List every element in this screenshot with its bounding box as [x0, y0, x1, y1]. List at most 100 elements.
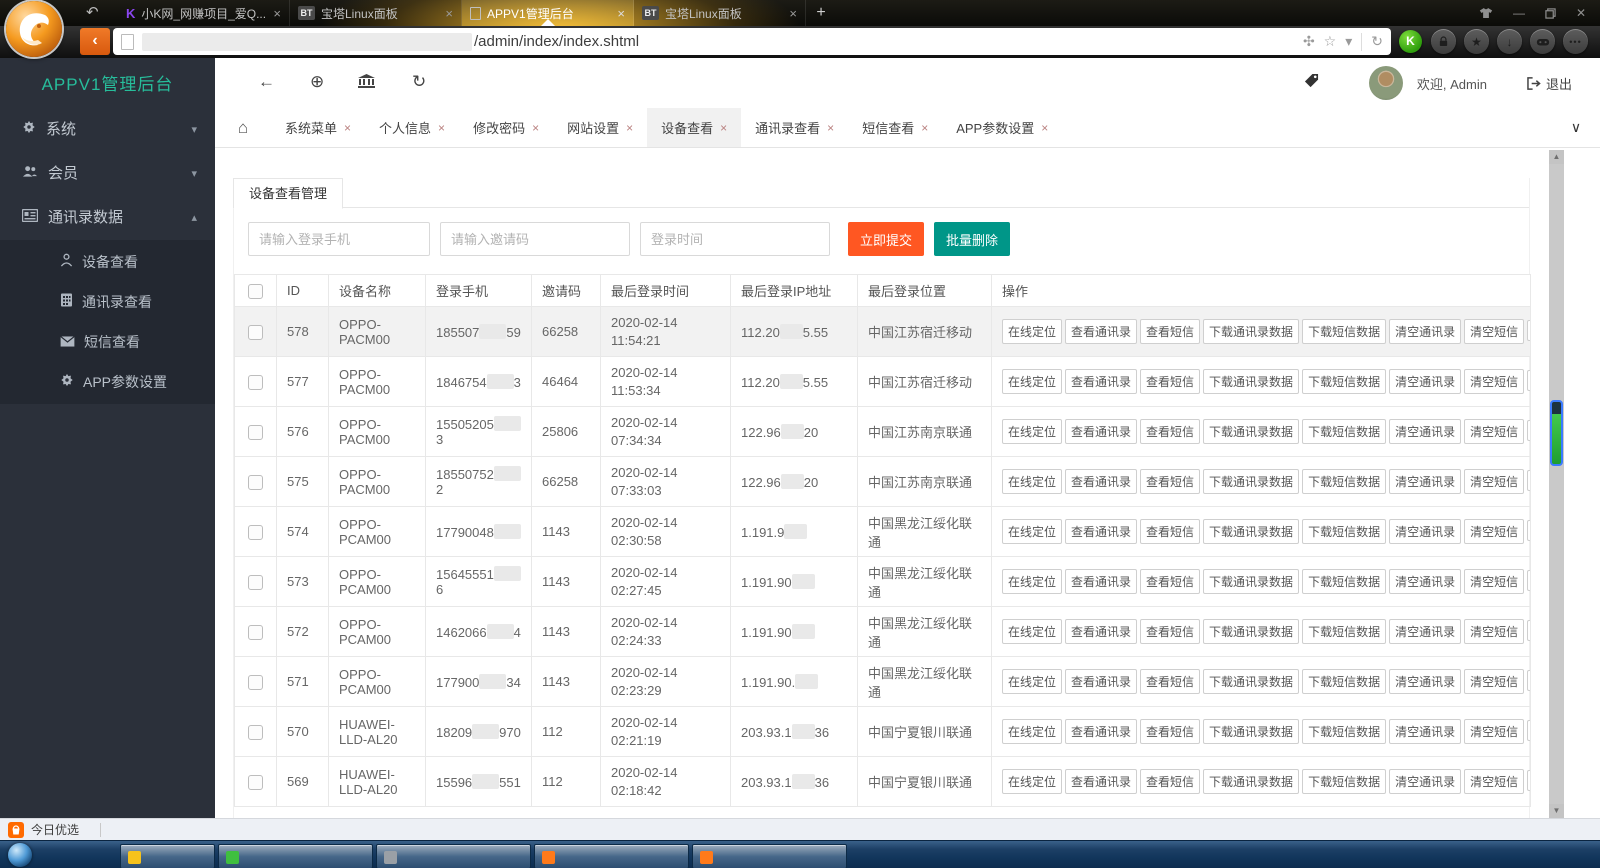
action-button[interactable]: 查看通讯录	[1065, 369, 1137, 394]
page-tab-close-icon[interactable]: ×	[438, 121, 445, 135]
row-checkbox[interactable]	[248, 675, 263, 690]
action-button[interactable]: 在线定位	[1002, 419, 1062, 444]
action-button[interactable]: 下载短信数据	[1302, 769, 1386, 794]
action-button[interactable]: 下载短信数据	[1302, 419, 1386, 444]
action-button[interactable]: 查看通讯录	[1065, 619, 1137, 644]
action-button[interactable]: 查看通讯录	[1065, 769, 1137, 794]
action-button[interactable]: 下载通讯录数据	[1203, 319, 1299, 344]
nav-back-button[interactable]: ‹	[80, 28, 110, 55]
taskbar-button[interactable]	[534, 844, 689, 868]
browser-tab[interactable]: APPV1管理后台×	[462, 0, 634, 26]
browser-history-back-icon[interactable]: ↶	[86, 3, 99, 21]
login-time-input[interactable]	[640, 222, 830, 256]
scrollbar-thumb[interactable]	[1550, 400, 1563, 466]
action-button[interactable]: 查看短信	[1140, 569, 1200, 594]
invite-filter-input[interactable]	[440, 222, 630, 256]
page-tab-close-icon[interactable]: ×	[626, 121, 633, 135]
taskbar-button[interactable]	[120, 844, 215, 868]
row-checkbox[interactable]	[248, 325, 263, 340]
sidebar-subitem[interactable]: APP参数设置	[0, 362, 215, 402]
action-button[interactable]: 下载短信数据	[1302, 719, 1386, 744]
action-button[interactable]: 在线定位	[1002, 769, 1062, 794]
action-button[interactable]: 查看短信	[1140, 319, 1200, 344]
action-button[interactable]: 查看短信	[1140, 719, 1200, 744]
daily-picks-label[interactable]: 今日优选	[31, 821, 79, 838]
action-button[interactable]: 清空短信	[1464, 469, 1524, 494]
avatar[interactable]	[1369, 66, 1403, 100]
action-button[interactable]: 查看通讯录	[1065, 669, 1137, 694]
page-tab-close-icon[interactable]: ×	[532, 121, 539, 135]
delete-row-button[interactable]	[1527, 670, 1530, 691]
action-button[interactable]: 下载短信数据	[1302, 319, 1386, 344]
action-button[interactable]: 查看通讯录	[1065, 469, 1137, 494]
delete-row-button[interactable]	[1527, 370, 1530, 391]
sidebar-item[interactable]: 系统▾	[0, 108, 215, 152]
action-button[interactable]: 在线定位	[1002, 669, 1062, 694]
sidebar-subitem[interactable]: 设备查看	[0, 242, 215, 282]
daily-picks-icon[interactable]	[8, 822, 24, 838]
action-button[interactable]: 清空短信	[1464, 369, 1524, 394]
taskbar-button[interactable]	[376, 844, 531, 868]
action-button[interactable]: 在线定位	[1002, 719, 1062, 744]
close-icon[interactable]: ✕	[1576, 6, 1586, 20]
action-button[interactable]: 下载通讯录数据	[1203, 469, 1299, 494]
submit-button[interactable]: 立即提交	[848, 222, 924, 256]
action-button[interactable]: 下载通讯录数据	[1203, 419, 1299, 444]
page-tab-close-icon[interactable]: ×	[921, 121, 928, 135]
row-checkbox[interactable]	[248, 475, 263, 490]
tab-close-icon[interactable]: ×	[273, 6, 281, 21]
delete-row-button[interactable]	[1527, 320, 1530, 341]
action-button[interactable]: 查看短信	[1140, 369, 1200, 394]
action-button[interactable]: 查看通讯录	[1065, 319, 1137, 344]
action-button[interactable]: 清空通讯录	[1389, 469, 1461, 494]
delete-row-button[interactable]	[1527, 570, 1530, 591]
url-field[interactable]: /admin/index/index.shtml ✣ ☆ ▾ ↻	[113, 28, 1391, 55]
action-button[interactable]: 在线定位	[1002, 369, 1062, 394]
card-title-tab[interactable]: 设备查看管理	[233, 178, 343, 209]
start-button[interactable]	[8, 843, 32, 867]
page-tab-close-icon[interactable]: ×	[1041, 121, 1048, 135]
page-tab[interactable]: 系统菜单×	[271, 108, 365, 147]
bank-icon[interactable]	[358, 74, 375, 94]
back-icon[interactable]: ←	[258, 72, 275, 92]
bookmark-caret-icon[interactable]: ▾	[1345, 33, 1352, 50]
tab-close-icon[interactable]: ×	[617, 6, 625, 21]
row-checkbox[interactable]	[248, 625, 263, 640]
action-button[interactable]: 下载通讯录数据	[1203, 769, 1299, 794]
minimize-icon[interactable]: —	[1513, 6, 1525, 20]
fan-icon[interactable]: ✣	[1303, 33, 1315, 50]
page-tab-close-icon[interactable]: ×	[344, 121, 351, 135]
page-tab[interactable]: APP参数设置×	[942, 108, 1062, 147]
action-button[interactable]: 在线定位	[1002, 619, 1062, 644]
action-button[interactable]: 清空短信	[1464, 569, 1524, 594]
delete-row-button[interactable]	[1527, 620, 1530, 641]
page-tab-close-icon[interactable]: ×	[827, 121, 834, 135]
row-checkbox[interactable]	[248, 375, 263, 390]
action-button[interactable]: 下载短信数据	[1302, 619, 1386, 644]
sidebar-item[interactable]: 会员▾	[0, 152, 215, 196]
action-button[interactable]: 查看短信	[1140, 769, 1200, 794]
new-tab-button[interactable]: +	[806, 0, 836, 26]
action-button[interactable]: 查看短信	[1140, 469, 1200, 494]
sidebar-subitem[interactable]: 通讯录查看	[0, 282, 215, 322]
scroll-down-icon[interactable]: ▼	[1549, 804, 1564, 818]
action-button[interactable]: 下载短信数据	[1302, 369, 1386, 394]
action-button[interactable]: 下载通讯录数据	[1203, 669, 1299, 694]
action-button[interactable]: 查看通讯录	[1065, 719, 1137, 744]
phone-filter-input[interactable]	[248, 222, 430, 256]
row-checkbox[interactable]	[248, 575, 263, 590]
more-icon[interactable]: •••	[1563, 29, 1588, 54]
page-tab-close-icon[interactable]: ×	[720, 121, 727, 135]
lock-icon[interactable]	[1431, 29, 1456, 54]
page-tab[interactable]: 通讯录查看×	[741, 108, 848, 147]
delete-row-button[interactable]	[1527, 720, 1530, 741]
sidebar-subitem[interactable]: 短信查看	[0, 322, 215, 362]
select-all-checkbox[interactable]	[248, 284, 263, 299]
page-tab[interactable]: 个人信息×	[365, 108, 459, 147]
action-button[interactable]: 清空通讯录	[1389, 519, 1461, 544]
action-button[interactable]: 在线定位	[1002, 569, 1062, 594]
k-extension-button[interactable]: K	[1399, 30, 1422, 53]
bookmark-add-icon[interactable]: ☆	[1324, 33, 1337, 50]
delete-row-button[interactable]	[1527, 770, 1530, 791]
action-button[interactable]: 下载通讯录数据	[1203, 619, 1299, 644]
